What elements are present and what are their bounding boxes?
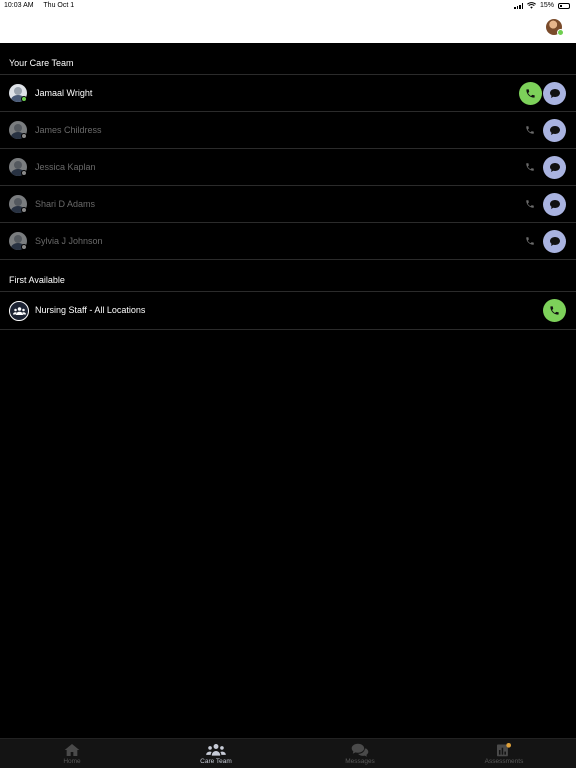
battery-icon xyxy=(558,2,570,9)
group-name: Nursing Staff - All Locations xyxy=(35,305,146,315)
presence-offline-indicator xyxy=(21,170,27,176)
message-button[interactable] xyxy=(543,193,566,216)
phone-icon xyxy=(550,306,559,315)
chat-bubble-icon xyxy=(549,126,560,135)
presence-offline-indicator xyxy=(21,244,27,250)
section-title-first-available: First Available xyxy=(9,275,65,285)
tab-label: Care Team xyxy=(200,758,232,765)
status-bar: 10:03 AM Thu Oct 1 15% xyxy=(0,0,576,12)
divider xyxy=(0,329,576,330)
phone-icon xyxy=(526,237,534,245)
app-header xyxy=(0,12,576,43)
chat-bubble-icon xyxy=(549,237,560,246)
presence-available-indicator xyxy=(21,96,27,102)
profile-avatar[interactable] xyxy=(546,19,564,36)
tab-home[interactable]: Home xyxy=(0,739,144,768)
battery-percent: 15% xyxy=(539,2,554,9)
care-team-row-sylvia-j-johnson[interactable]: Sylvia J Johnson xyxy=(0,223,576,260)
divider xyxy=(0,259,576,260)
care-team-row-shari-d-adams[interactable]: Shari D Adams xyxy=(0,186,576,223)
signal-icon xyxy=(514,2,523,9)
message-button[interactable] xyxy=(543,82,566,105)
care-team-row-james-childress[interactable]: James Childress xyxy=(0,112,576,149)
care-team-row-jamaal-wright[interactable]: Jamaal Wright xyxy=(0,75,576,112)
phone-icon xyxy=(526,163,534,171)
phone-icon xyxy=(526,89,535,98)
phone-icon xyxy=(526,126,534,134)
call-button[interactable] xyxy=(519,82,542,105)
tab-bar: Home Care Team Messages Assessments xyxy=(0,738,576,768)
call-button[interactable] xyxy=(543,299,566,322)
message-button[interactable] xyxy=(543,119,566,142)
messages-icon xyxy=(351,743,369,757)
presence-offline-indicator xyxy=(21,133,27,139)
section-title-care-team: Your Care Team xyxy=(9,58,74,68)
status-date: Thu Oct 1 xyxy=(43,2,75,9)
chat-bubble-icon xyxy=(549,163,560,172)
status-time: 10:03 AM xyxy=(4,2,34,9)
call-button[interactable] xyxy=(524,161,536,173)
care-team-row-jessica-kaplan[interactable]: Jessica Kaplan xyxy=(0,149,576,186)
tab-label: Messages xyxy=(345,758,375,765)
member-name: Jamaal Wright xyxy=(35,88,93,98)
tab-assessments[interactable]: Assessments xyxy=(432,739,576,768)
member-name: Sylvia J Johnson xyxy=(35,236,103,246)
group-icon xyxy=(9,301,29,321)
member-name: Jessica Kaplan xyxy=(35,162,96,172)
home-icon xyxy=(64,743,80,756)
message-button[interactable] xyxy=(543,230,566,253)
call-button[interactable] xyxy=(524,124,536,136)
assessments-icon xyxy=(497,742,511,756)
tab-label: Assessments xyxy=(484,758,524,765)
member-name: James Childress xyxy=(35,125,102,135)
tab-label: Home xyxy=(63,758,81,765)
wifi-icon xyxy=(527,2,536,9)
chat-bubble-icon xyxy=(549,89,560,98)
member-name: Shari D Adams xyxy=(35,199,96,209)
message-button[interactable] xyxy=(543,156,566,179)
tab-care-team[interactable]: Care Team xyxy=(144,739,288,768)
tab-messages[interactable]: Messages xyxy=(288,739,432,768)
first-available-row-nursing-staff[interactable]: Nursing Staff - All Locations xyxy=(0,292,576,329)
chat-bubble-icon xyxy=(549,200,560,209)
online-status-dot xyxy=(557,29,564,36)
call-button[interactable] xyxy=(524,198,536,210)
phone-icon xyxy=(526,200,534,208)
care-team-icon xyxy=(206,743,226,756)
call-button[interactable] xyxy=(524,235,536,247)
presence-offline-indicator xyxy=(21,207,27,213)
